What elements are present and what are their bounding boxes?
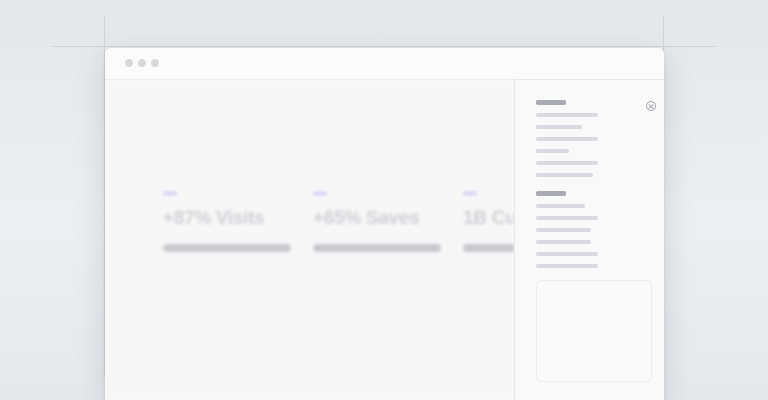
stat-value: 1B Cu bbox=[463, 208, 514, 229]
app-window: +87% Visits +65% Saves 1B Cu bbox=[105, 48, 664, 400]
stats-content-area: +87% Visits +65% Saves 1B Cu bbox=[105, 80, 514, 400]
window-close-dot-icon[interactable] bbox=[125, 59, 133, 67]
panel-text-placeholder bbox=[536, 228, 591, 232]
panel-text-placeholder bbox=[536, 252, 598, 256]
stat-accent-bar bbox=[313, 192, 327, 195]
stat-card: +65% Saves bbox=[313, 192, 443, 252]
stat-placeholder-bar bbox=[463, 244, 514, 252]
stat-card: 1B Cu bbox=[463, 192, 514, 252]
panel-text-placeholder bbox=[536, 161, 598, 165]
panel-heading-placeholder bbox=[536, 191, 566, 196]
panel-card-placeholder bbox=[536, 280, 652, 382]
stat-value: +65% Saves bbox=[313, 208, 420, 229]
panel-text-placeholder bbox=[536, 173, 593, 177]
stat-accent-bar bbox=[463, 192, 477, 195]
panel-text-placeholder bbox=[536, 264, 598, 268]
window-titlebar bbox=[105, 48, 664, 80]
panel-text-placeholder bbox=[536, 137, 598, 141]
panel-text-placeholder bbox=[536, 125, 582, 129]
stat-card: +87% Visits bbox=[163, 192, 293, 252]
stat-value: +87% Visits bbox=[163, 208, 265, 229]
panel-text-placeholder bbox=[536, 204, 585, 208]
guide-line-horizontal bbox=[52, 46, 716, 47]
window-maximize-dot-icon[interactable] bbox=[151, 59, 159, 67]
panel-heading-placeholder bbox=[536, 100, 566, 105]
stat-accent-bar bbox=[163, 192, 177, 195]
panel-text-placeholder bbox=[536, 240, 591, 244]
stat-placeholder-bar bbox=[163, 244, 291, 252]
close-icon[interactable] bbox=[646, 101, 656, 111]
stat-placeholder-bar bbox=[313, 244, 441, 252]
panel-text-placeholder bbox=[536, 113, 598, 117]
side-panel bbox=[514, 80, 664, 400]
panel-text-placeholder bbox=[536, 216, 598, 220]
window-minimize-dot-icon[interactable] bbox=[138, 59, 146, 67]
panel-text-placeholder bbox=[536, 149, 569, 153]
